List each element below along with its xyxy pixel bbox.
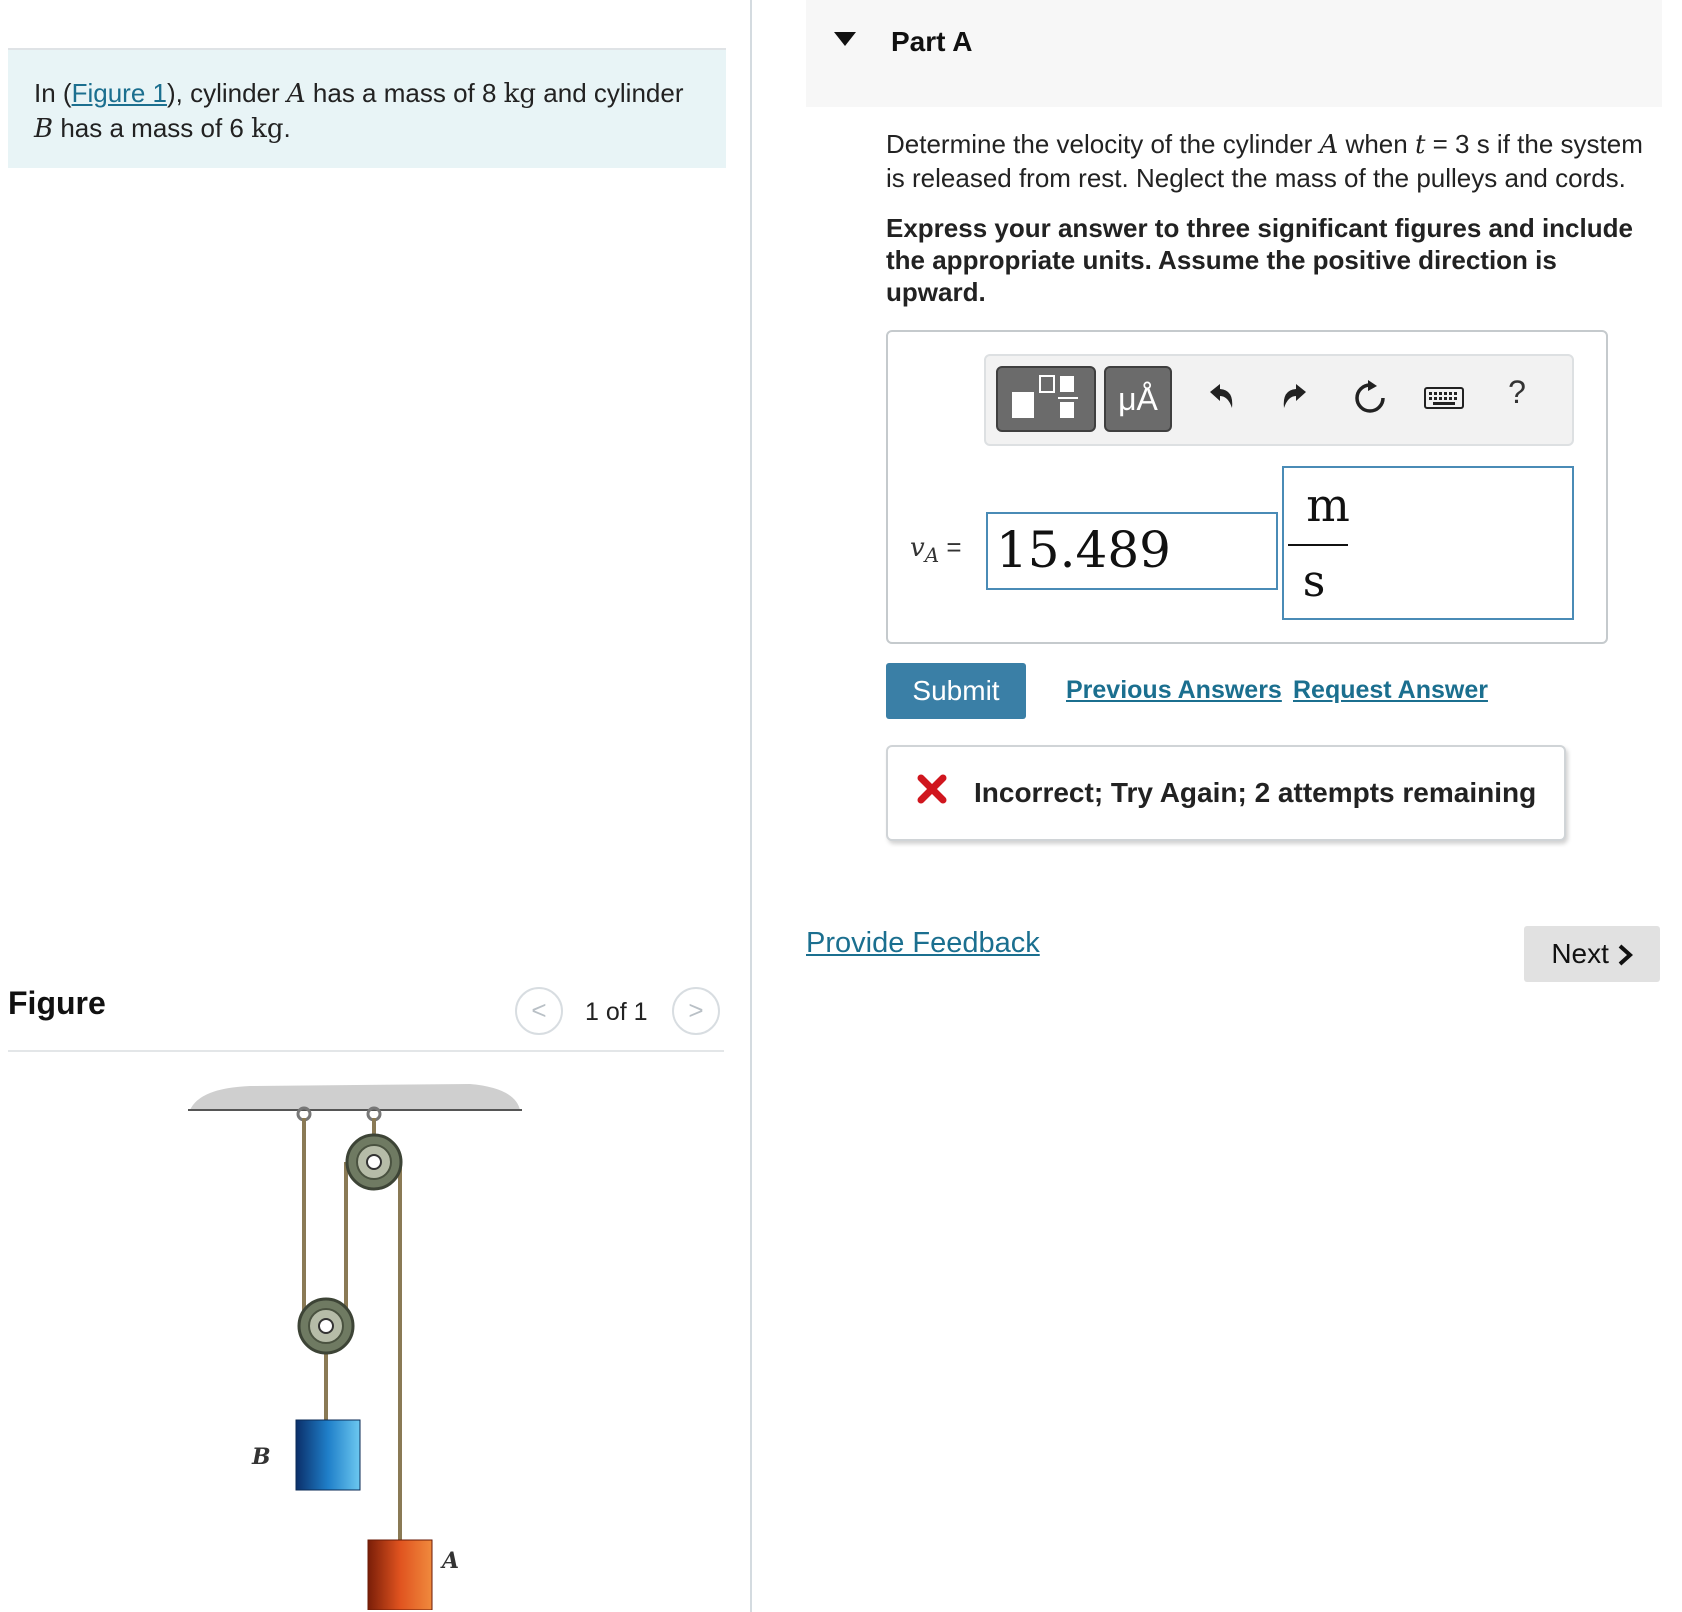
part-header[interactable]: Part A xyxy=(806,0,1662,107)
answer-units-input[interactable]: m s xyxy=(1282,466,1574,620)
figure-title: Figure xyxy=(8,985,106,1021)
var-sub-a: A xyxy=(924,543,940,568)
intro-text-1: ), cylinder xyxy=(166,78,287,108)
answer-box: μÅ ? vA = 15.489 m s xyxy=(886,330,1608,644)
question-text: Determine the velocity of the cylinder A… xyxy=(886,128,1666,195)
chevron-right-icon: > xyxy=(688,995,704,1025)
redo-icon[interactable] xyxy=(1276,378,1316,418)
templates-button[interactable] xyxy=(996,366,1096,432)
figure-divider xyxy=(8,1050,724,1052)
panel-divider xyxy=(750,0,752,1612)
figure-prev-button[interactable]: < xyxy=(515,987,563,1035)
answer-instructions: Express your answer to three significant… xyxy=(886,213,1633,307)
unit-numerator: m xyxy=(1306,478,1350,532)
unit-kg-1: kg xyxy=(503,79,537,109)
var-b: B xyxy=(34,114,54,144)
math-toolbar: μÅ ? xyxy=(984,354,1574,446)
previous-answers-link[interactable]: Previous Answers xyxy=(1066,676,1282,705)
figure-counter: 1 of 1 xyxy=(585,998,648,1026)
collapse-triangle-icon[interactable] xyxy=(834,32,856,46)
feedback-text: Incorrect; Try Again; 2 attempts remaini… xyxy=(974,777,1537,808)
next-label: Next xyxy=(1551,938,1609,969)
submit-button[interactable]: Submit xyxy=(886,663,1026,719)
help-button[interactable]: ? xyxy=(1502,374,1532,414)
var-v: v xyxy=(910,533,925,563)
feedback-message: Incorrect; Try Again; 2 attempts remaini… xyxy=(886,745,1566,841)
next-button[interactable]: Next xyxy=(1524,926,1660,982)
pulley-figure: B A xyxy=(188,1084,522,1610)
fraction-bar xyxy=(1288,544,1348,546)
upper-pulley xyxy=(345,1133,403,1191)
answer-variable-label: vA = xyxy=(910,532,962,567)
templates-icon xyxy=(1012,375,1078,418)
question-text-2: when xyxy=(1338,129,1415,159)
unit-kg-2: kg xyxy=(251,114,284,144)
question-var-a: A xyxy=(1319,130,1339,160)
intro-text-3: and cylinder xyxy=(536,78,684,108)
question-var-t: t xyxy=(1414,130,1426,160)
intro-text-4: has a mass of 6 xyxy=(53,113,252,143)
intro-prefix: In ( xyxy=(34,78,72,108)
equals-sign: = xyxy=(946,532,962,562)
keyboard-icon[interactable] xyxy=(1424,386,1464,410)
x-icon xyxy=(917,774,947,804)
intro-text: In (Figure 1), cylinder A has a mass of … xyxy=(34,76,714,146)
intro-text-2: has a mass of 8 xyxy=(305,78,504,108)
provide-feedback-link[interactable]: Provide Feedback xyxy=(806,927,1040,960)
cylinder-a xyxy=(367,1539,433,1610)
figure-next-button[interactable]: > xyxy=(672,987,720,1035)
units-button[interactable]: μÅ xyxy=(1104,366,1172,432)
question-text-1: Determine the velocity of the cylinder xyxy=(886,129,1320,159)
figure-link[interactable]: Figure 1 xyxy=(72,78,167,108)
ceiling xyxy=(190,1084,520,1110)
var-a: A xyxy=(286,79,306,109)
unit-denominator: s xyxy=(1302,556,1326,607)
undo-icon[interactable] xyxy=(1200,378,1240,418)
request-answer-link[interactable]: Request Answer xyxy=(1293,676,1488,705)
chevron-left-icon: < xyxy=(531,995,547,1025)
part-title: Part A xyxy=(891,26,973,57)
chevron-right-icon xyxy=(1618,944,1633,966)
label-a: A xyxy=(440,1548,459,1574)
cylinder-b xyxy=(295,1419,361,1491)
intro-text-5: . xyxy=(283,113,291,143)
answer-value-input[interactable]: 15.489 xyxy=(986,512,1278,590)
problem-intro: In (Figure 1), cylinder A has a mass of … xyxy=(8,48,726,168)
lower-pulley xyxy=(297,1297,355,1355)
reset-icon[interactable] xyxy=(1350,378,1390,418)
left-panel: In (Figure 1), cylinder A has a mass of … xyxy=(0,0,750,1612)
label-b: B xyxy=(251,1444,271,1470)
